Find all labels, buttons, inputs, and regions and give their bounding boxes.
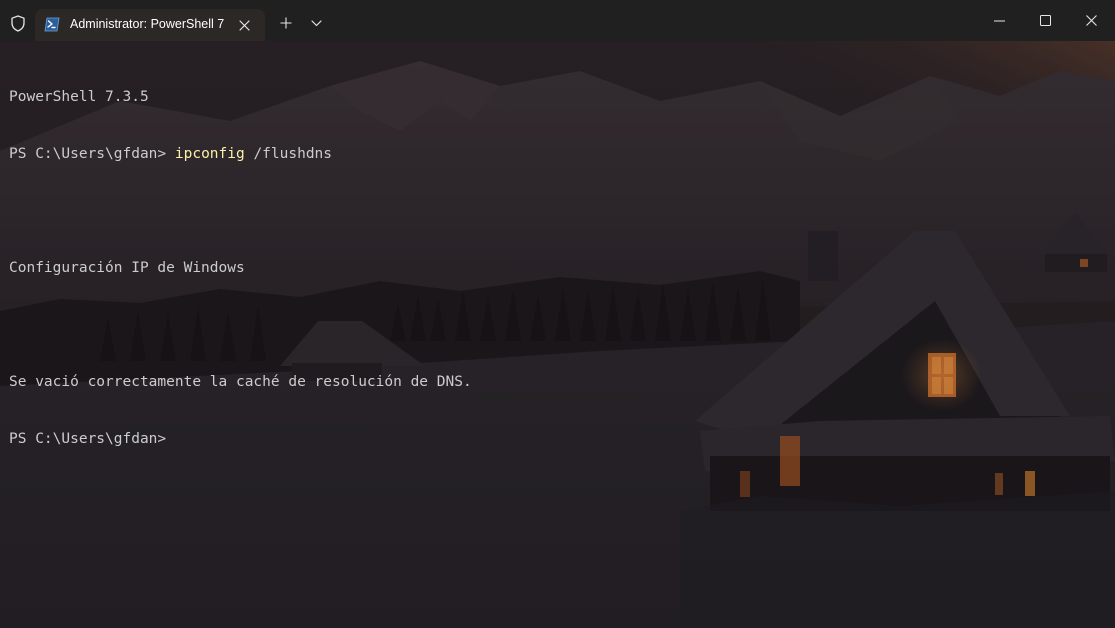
maximize-button[interactable]: [1022, 0, 1068, 41]
tab-dropdown-button[interactable]: [305, 12, 327, 34]
tab-title: Administrator: PowerShell 7: [70, 17, 225, 31]
chevron-down-icon: [310, 19, 322, 26]
output-result: Se vació correctamente la caché de resol…: [9, 374, 472, 390]
powershell-icon: [44, 17, 60, 32]
close-icon: [1085, 15, 1097, 26]
minimize-button[interactable]: [976, 0, 1022, 41]
shield-icon[interactable]: [6, 11, 30, 35]
terminal-output[interactable]: PowerShell 7.3.5 PS C:\Users\gfdan> ipco…: [9, 50, 472, 487]
new-tab-button[interactable]: [275, 12, 297, 34]
output-header: Configuración IP de Windows: [9, 260, 245, 276]
close-icon[interactable]: [235, 16, 253, 34]
terminal-window: Administrator: PowerShell 7 PowerShell 7…: [0, 0, 1115, 628]
prompt: PS C:\Users\gfdan>: [9, 146, 175, 162]
maximize-icon: [1039, 15, 1051, 26]
terminal-pane[interactable]: PowerShell 7.3.5 PS C:\Users\gfdan> ipco…: [0, 41, 1115, 628]
minimize-icon: [993, 20, 1005, 21]
command-argument: /flushdns: [244, 146, 333, 162]
command-name: ipconfig: [174, 146, 245, 162]
plus-icon: [280, 17, 292, 29]
tab-powershell[interactable]: Administrator: PowerShell 7: [35, 9, 265, 41]
title-bar[interactable]: Administrator: PowerShell 7: [0, 0, 1115, 41]
current-prompt: PS C:\Users\gfdan>: [9, 431, 167, 447]
close-window-button[interactable]: [1068, 0, 1114, 41]
command-line: PS C:\Users\gfdan> ipconfig /flushdns: [9, 145, 472, 164]
version-line: PowerShell 7.3.5: [9, 89, 149, 105]
